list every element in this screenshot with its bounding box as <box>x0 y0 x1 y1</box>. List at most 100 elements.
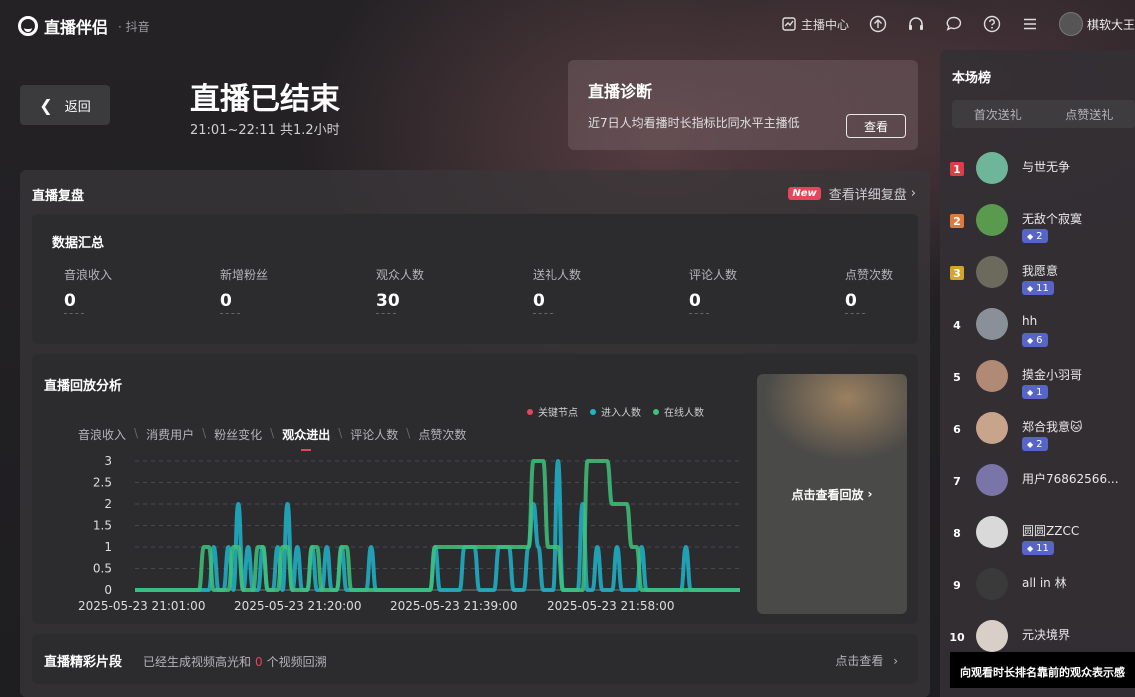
rank-number: 3 <box>950 266 964 280</box>
analysis-tab[interactable]: 点赞次数 <box>418 426 466 443</box>
chevron-right-icon: › <box>910 186 916 201</box>
analysis-tab[interactable]: 音浪收入 <box>78 426 126 443</box>
rank-user-name: 与世无争 <box>1022 160 1071 174</box>
y-tick-label: 3 <box>104 454 112 468</box>
diagnosis-view-button[interactable]: 查看 <box>846 114 906 138</box>
upload-button[interactable] <box>869 15 887 33</box>
chart-legend: 关键节点 进入人数 在线人数 <box>527 404 716 419</box>
rank-number: 2 <box>950 214 964 228</box>
menu-button[interactable] <box>1021 15 1039 33</box>
chevron-left-icon: ❮ <box>39 95 53 115</box>
chevron-right-icon: › <box>893 654 898 668</box>
app-name: 直播伴侣 <box>44 18 109 37</box>
ranking-list: 1 与世无争 2 无敌个寂寞 ◆ 2 3 我愿意 ◆ 11 4 hh ◆ 6 5 摸金小羽哥 ◆ 1 6 郑合我意🐱 ◆… <box>940 150 1135 670</box>
ranking-title: 本场榜 <box>952 71 992 86</box>
diagnosis-desc: 近7日人均看播时长指标比同水平主播低 <box>588 116 800 130</box>
ranking-tab[interactable]: 首次送礼 <box>952 100 1044 128</box>
analysis-tab[interactable]: 粉丝变化 <box>214 426 262 443</box>
rank-user-name: 摸金小羽哥 <box>1022 368 1083 382</box>
detail-review-link[interactable]: New 查看详细复盘 › <box>788 184 916 203</box>
metric-value: 30 <box>376 291 400 311</box>
list-item[interactable]: 7 用户76862566... <box>940 462 1135 514</box>
back-label: 返回 <box>64 99 91 115</box>
y-tick-label: 2.5 <box>93 476 112 490</box>
rank-number: 7 <box>953 474 961 488</box>
metric-label: 新增粉丝 <box>220 268 269 282</box>
legend-item: 在线人数 <box>653 404 704 419</box>
y-tick-label: 0 <box>104 583 112 597</box>
metric-value: 0 <box>64 291 76 311</box>
anchor-center-label: 主播中心 <box>800 17 849 32</box>
list-item[interactable]: 3 我愿意 ◆ 11 <box>940 254 1135 306</box>
metric-item: 观众人数 30 <box>376 266 526 314</box>
rank-number: 5 <box>953 370 961 384</box>
metric-value: 0 <box>533 291 545 311</box>
x-tick-label: 2025-05-23 21:58:00 <box>547 599 674 613</box>
top-bar: 直播伴侣 · 抖音 主播中心 棋软大王 <box>0 0 1135 50</box>
ranking-tab[interactable]: 点赞送礼 <box>1044 100 1135 128</box>
legend-dot <box>590 408 596 415</box>
highlights-count: 0 <box>255 655 263 669</box>
rank-number: 6 <box>953 422 961 436</box>
top-nav: 主播中心 棋软大王 <box>782 12 1135 36</box>
avatar <box>976 412 1008 444</box>
metric-underline <box>533 313 553 314</box>
tab-separator: \ <box>338 426 343 440</box>
y-tick-label: 1.5 <box>93 519 112 533</box>
tooltip: 向观看时长排名靠前的观众表示感 <box>950 652 1135 688</box>
metric-label: 音浪收入 <box>64 268 113 282</box>
app-platform: · 抖音 <box>118 19 150 34</box>
highlights-view-link[interactable]: 点击查看 › <box>835 652 898 669</box>
list-item[interactable]: 4 hh ◆ 6 <box>940 306 1135 358</box>
avatar <box>976 568 1008 600</box>
anchor-center-button[interactable]: 主播中心 <box>782 16 849 33</box>
metric-value: 0 <box>220 291 232 311</box>
rank-user-name: 圆圆ZZCC <box>1022 524 1080 538</box>
metric-item: 音浪收入 0 <box>64 266 214 314</box>
avatar <box>976 152 1008 184</box>
list-item[interactable]: 5 摸金小羽哥 ◆ 1 <box>940 358 1135 410</box>
detail-review-label: 查看详细复盘 <box>828 188 907 203</box>
chat-bubble-icon <box>946 16 962 31</box>
level-badge: ◆ 6 <box>1022 333 1048 347</box>
list-item[interactable]: 9 all in 林 <box>940 566 1135 618</box>
message-button[interactable] <box>945 15 963 33</box>
analysis-tab[interactable]: 评论人数 <box>350 426 398 443</box>
list-item[interactable]: 1 与世无争 <box>940 150 1135 202</box>
diamond-icon: ◆ <box>1027 335 1034 345</box>
metric-underline <box>220 313 240 314</box>
headset-icon <box>908 17 923 30</box>
legend-dot <box>653 408 659 415</box>
user-profile[interactable]: 棋软大王 <box>1058 12 1135 36</box>
replay-preview[interactable]: 点击查看回放 › <box>757 374 907 614</box>
back-button[interactable]: ❮ 返回 <box>20 85 110 125</box>
ranking-panel: 本场榜 首次送礼 点赞送礼 1 与世无争 2 无敌个寂寞 ◆ 2 3 我愿意 ◆ 11 4 hh ◆ 6 5 摸… <box>940 50 1135 697</box>
analysis-tab[interactable]: 观众进出 <box>282 426 330 451</box>
level-badge: ◆ 2 <box>1022 229 1048 243</box>
metric-underline <box>845 313 865 314</box>
level-value: 1 <box>1036 386 1043 398</box>
list-item[interactable]: 2 无敌个寂寞 ◆ 2 <box>940 202 1135 254</box>
page-title: 直播已结束 <box>190 82 340 117</box>
list-item[interactable]: 8 圆圆ZZCC ◆ 11 <box>940 514 1135 566</box>
avatar <box>976 516 1008 548</box>
diagnosis-card: 直播诊断 近7日人均看播时长指标比同水平主播低 查看 <box>568 60 918 150</box>
list-item[interactable]: 6 郑合我意🐱 ◆ 2 <box>940 410 1135 462</box>
summary-title: 数据汇总 <box>52 236 105 251</box>
analysis-tab[interactable]: 消费用户 <box>146 426 194 443</box>
highlights-desc-pre: 已经生成视频高光和 <box>143 655 252 669</box>
chevron-right-icon: › <box>867 487 873 501</box>
replay-label: 点击查看回放 <box>791 487 864 502</box>
y-tick-label: 1 <box>104 540 112 554</box>
analysis-title: 直播回放分析 <box>44 379 123 394</box>
live-review-panel: 直播复盘 New 查看详细复盘 › 数据汇总 音浪收入 0 新增粉丝 0 观众人数 30 送… <box>20 170 930 697</box>
rank-user-name: 郑合我意🐱 <box>1022 420 1083 434</box>
audience-chart: 3 2.5 2 1.5 1 0.5 0 2025-05-23 21:01:00 2025-05-… <box>78 454 740 613</box>
diamond-icon: ◆ <box>1027 231 1034 241</box>
support-button[interactable] <box>907 15 925 33</box>
metric-value: 0 <box>689 291 701 311</box>
rank-number: 1 <box>950 162 964 176</box>
metric-label: 观众人数 <box>376 268 425 282</box>
help-button[interactable] <box>983 15 1001 33</box>
y-tick-label: 0.5 <box>93 562 112 576</box>
